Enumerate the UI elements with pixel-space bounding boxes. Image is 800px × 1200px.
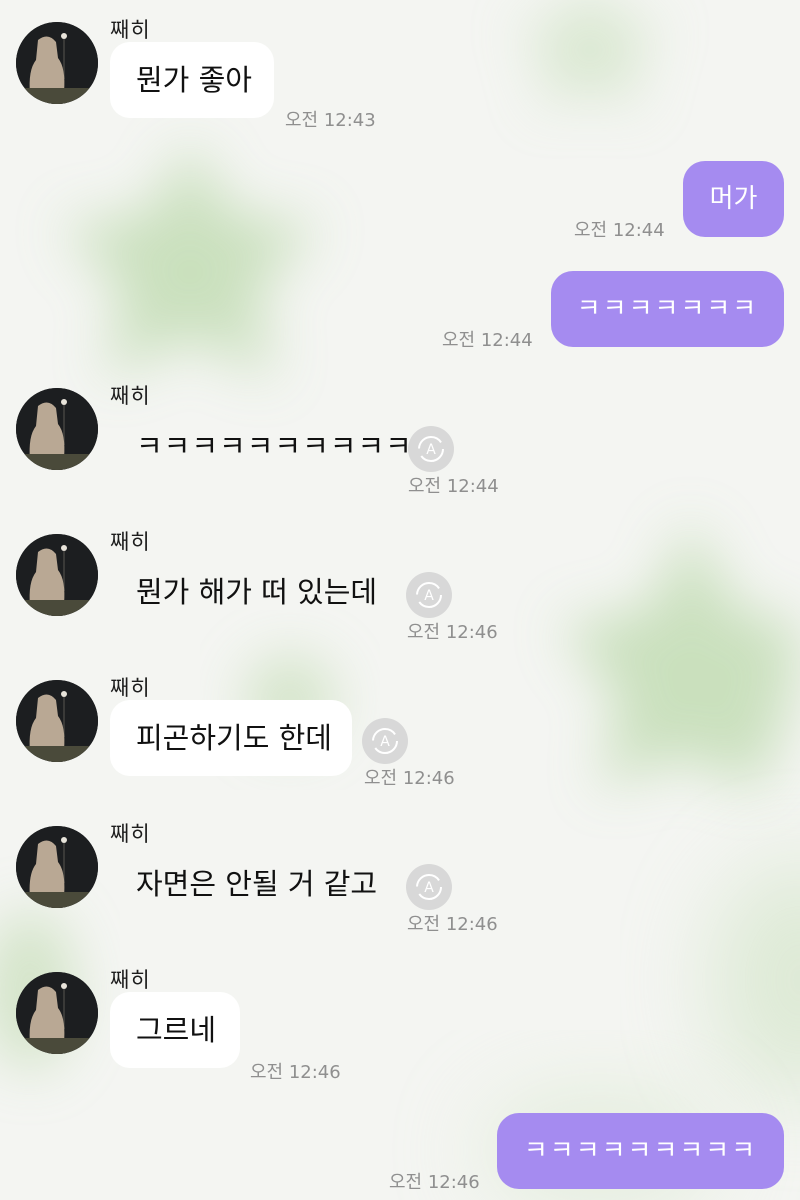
translate-icon[interactable]: A	[362, 718, 408, 764]
message-bubble[interactable]: 자면은 안될 거 같고	[110, 846, 400, 922]
avatar[interactable]	[16, 22, 98, 104]
message-timestamp: 오전 12:46	[364, 768, 455, 789]
avatar[interactable]	[16, 826, 98, 908]
sender-name: 째히	[110, 968, 151, 992]
avatar[interactable]	[16, 388, 98, 470]
sender-name: 째히	[110, 18, 151, 42]
svg-text:A: A	[380, 734, 390, 750]
translate-icon[interactable]: A	[408, 426, 454, 472]
message-timestamp: 오전 12:44	[408, 476, 499, 497]
message-timestamp: 오전 12:46	[407, 622, 498, 643]
sent-message-bubble[interactable]: ㅋㅋㅋㅋㅋㅋㅋㅋㅋ	[497, 1113, 784, 1189]
avatar[interactable]	[16, 972, 98, 1054]
message-timestamp: 오전 12:44	[574, 220, 665, 241]
svg-text:A: A	[424, 588, 434, 604]
message-timestamp: 오전 12:43	[285, 110, 376, 131]
svg-text:A: A	[426, 442, 436, 458]
message-timestamp: 오전 12:46	[407, 914, 498, 935]
svg-text:A: A	[424, 880, 434, 896]
message-timestamp: 오전 12:44	[442, 330, 533, 351]
sender-name: 째히	[110, 384, 151, 408]
translate-icon[interactable]: A	[406, 864, 452, 910]
sent-message-bubble[interactable]: 머가	[683, 161, 784, 237]
message-bubble[interactable]: ㅋㅋㅋㅋㅋㅋㅋㅋㅋㅋ	[110, 408, 412, 484]
sender-name: 째히	[110, 822, 151, 846]
message-bubble[interactable]: 그르네	[110, 992, 240, 1068]
message-bubble[interactable]: 뭔가 좋아	[110, 42, 274, 118]
chat-thread: 째히 뭔가 좋아 오전 12:43 머가 오전 12:44 ㅋㅋㅋㅋㅋㅋㅋ 오전…	[0, 0, 800, 1200]
message-bubble[interactable]: 피곤하기도 한데	[110, 700, 352, 776]
sender-name: 째히	[110, 676, 151, 700]
translate-icon[interactable]: A	[406, 572, 452, 618]
sender-name: 째히	[110, 530, 151, 554]
sent-message-bubble[interactable]: ㅋㅋㅋㅋㅋㅋㅋ	[551, 271, 784, 347]
message-bubble[interactable]: 뭔가 해가 떠 있는데	[110, 554, 400, 630]
message-timestamp: 오전 12:46	[250, 1062, 341, 1083]
avatar[interactable]	[16, 534, 98, 616]
avatar[interactable]	[16, 680, 98, 762]
message-timestamp: 오전 12:46	[389, 1172, 480, 1193]
